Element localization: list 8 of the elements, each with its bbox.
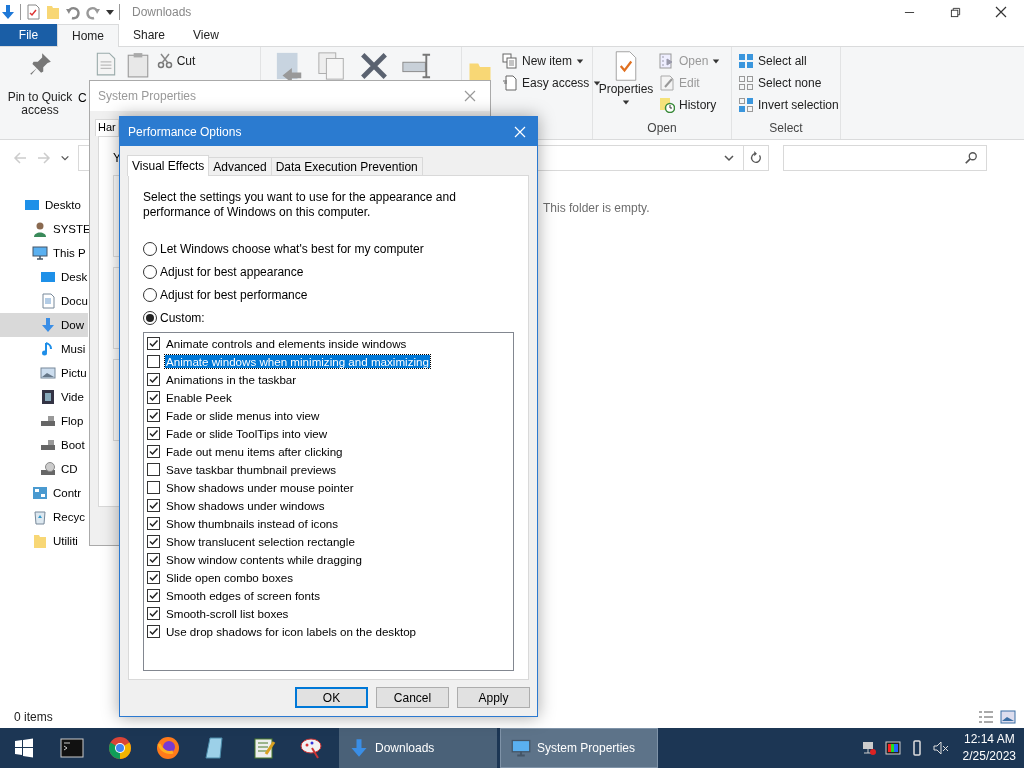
window-title: System Properties	[98, 89, 197, 103]
window-title: Downloads	[132, 5, 192, 19]
description-text: Select the settings you want to use for the appearance and performance of Windows on this computer.	[143, 190, 457, 220]
status-text: 0 items	[14, 709, 53, 724]
empty-folder-message: This folder is empty.	[543, 201, 650, 217]
window-title: Performance Options	[128, 124, 242, 139]
group-label: Select	[768, 121, 804, 137]
group-label: Open	[646, 121, 678, 137]
